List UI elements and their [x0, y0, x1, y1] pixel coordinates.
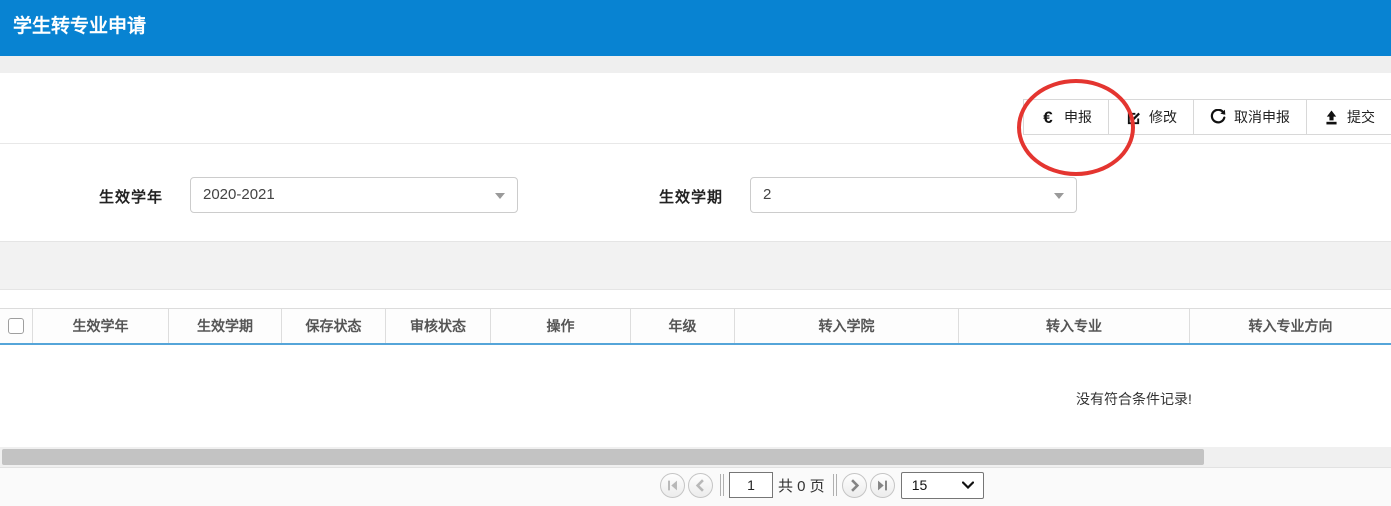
empty-records-message: 没有符合条件记录! — [1076, 389, 1192, 409]
declare-button[interactable]: € 申报 — [1024, 100, 1109, 134]
col-effective-year: 生效学年 — [32, 309, 168, 343]
effective-term-label: 生效学期 — [659, 186, 723, 207]
page-size-select[interactable]: 15 — [901, 472, 984, 499]
chevron-down-icon — [1054, 193, 1064, 199]
last-page-button[interactable] — [870, 473, 895, 498]
table-header-row: 生效学年 生效学期 保存状态 审核状态 操作 年级 转入学院 转入专业 转入专业… — [0, 308, 1391, 345]
chevron-down-icon — [962, 481, 974, 489]
cancel-declare-button[interactable]: 取消申报 — [1194, 100, 1307, 134]
declare-button-label: 申报 — [1064, 107, 1092, 127]
col-save-status: 保存状态 — [281, 309, 385, 343]
submit-button[interactable]: 提交 — [1307, 100, 1391, 134]
effective-year-select[interactable]: 2020-2021 — [190, 177, 518, 213]
modify-button[interactable]: 修改 — [1109, 100, 1194, 134]
select-all-checkbox[interactable] — [8, 318, 24, 334]
effective-year-label: 生效学年 — [99, 186, 163, 207]
section-band — [0, 241, 1391, 290]
col-target-direction: 转入专业方向 — [1189, 309, 1391, 343]
submit-button-label: 提交 — [1347, 107, 1375, 127]
col-target-major: 转入专业 — [958, 309, 1189, 343]
horizontal-scrollbar-thumb[interactable] — [2, 449, 1204, 465]
pagination: 共 0 页 15 — [660, 470, 984, 500]
edit-icon — [1125, 109, 1141, 125]
pager-separator — [720, 474, 724, 496]
next-page-button[interactable] — [842, 473, 867, 498]
col-operation: 操作 — [490, 309, 630, 343]
horizontal-scrollbar-track — [0, 447, 1391, 467]
select-all-cell — [0, 309, 32, 343]
cancel-declare-button-label: 取消申报 — [1234, 107, 1290, 127]
header-sub-strip — [0, 56, 1391, 73]
chevron-down-icon — [495, 193, 505, 199]
first-page-icon — [666, 479, 679, 492]
next-page-icon — [848, 479, 861, 492]
effective-term-value: 2 — [763, 186, 771, 203]
upload-icon — [1323, 109, 1339, 125]
toolbar-divider — [0, 143, 1391, 144]
col-grade: 年级 — [630, 309, 734, 343]
refresh-icon — [1210, 109, 1226, 125]
effective-year-value: 2020-2021 — [203, 186, 275, 203]
first-page-button[interactable] — [660, 473, 685, 498]
total-pages-label: 共 0 页 — [778, 475, 825, 496]
last-page-icon — [876, 479, 889, 492]
euro-icon: € — [1040, 109, 1056, 125]
modify-button-label: 修改 — [1149, 107, 1177, 127]
prev-page-button[interactable] — [688, 473, 713, 498]
page-title: 学生转专业申请 — [0, 0, 1391, 56]
col-effective-term: 生效学期 — [168, 309, 281, 343]
toolbar: € 申报 修改 取消申报 提交 — [1023, 99, 1391, 135]
effective-term-select[interactable]: 2 — [750, 177, 1077, 213]
page-size-value: 15 — [912, 477, 928, 493]
pager-separator — [833, 474, 837, 496]
col-target-college: 转入学院 — [734, 309, 958, 343]
prev-page-icon — [694, 479, 707, 492]
page-number-input[interactable] — [729, 472, 773, 498]
col-review-status: 审核状态 — [385, 309, 490, 343]
